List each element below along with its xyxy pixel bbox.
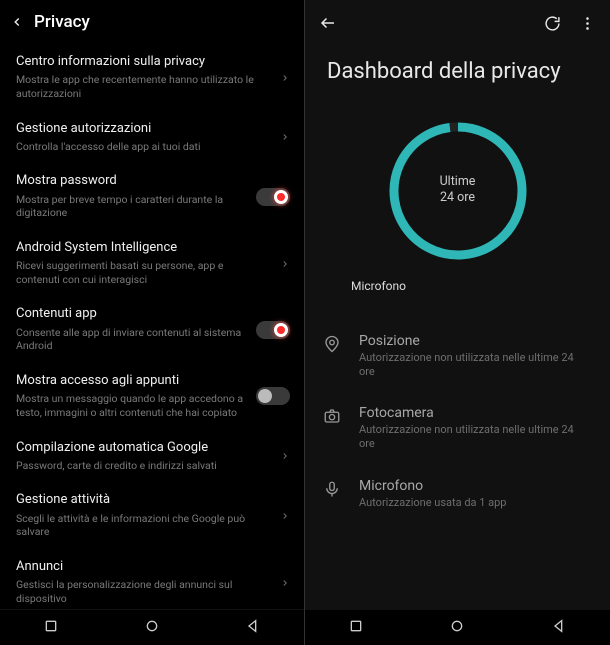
setting-subtitle: Gestisci la personalizzazione degli annu… [16, 578, 268, 605]
toggle-switch[interactable] [256, 188, 290, 206]
setting-item[interactable]: Gestione autorizzazioni Controlla l'acces… [0, 111, 304, 164]
setting-subtitle: Mostra le app che recentemente hanno uti… [16, 73, 268, 100]
chevron-right-icon [276, 254, 290, 273]
setting-title: Android System Intelligence [16, 240, 268, 256]
nav-back-button[interactable] [551, 618, 567, 638]
camera-icon [323, 405, 345, 429]
permission-subtitle: Autorizzazione non utilizzata nelle ulti… [359, 423, 592, 452]
setting-item[interactable]: Mostra password Mostra per breve tempo i … [0, 163, 304, 230]
dashboard-title: Dashboard della privacy [305, 40, 610, 97]
setting-item[interactable]: Android System Intelligence Ricevi sugger… [0, 230, 304, 297]
setting-subtitle: Mostra per breve tempo i caratteri duran… [16, 193, 248, 220]
back-button[interactable] [10, 15, 24, 29]
setting-title: Gestione autorizzazioni [16, 121, 268, 137]
nav-back-button[interactable] [245, 618, 261, 638]
permission-item[interactable]: Fotocamera Autorizzazione non utilizzata … [323, 395, 592, 468]
chevron-right-icon [276, 573, 290, 592]
chevron-right-icon [276, 506, 290, 525]
setting-item[interactable]: Gestione attività Scegli le attività e le… [0, 482, 304, 549]
permission-title: Fotocamera [359, 405, 592, 421]
nav-recent-button[interactable] [43, 618, 59, 638]
toggle-switch[interactable] [256, 321, 290, 339]
permission-title: Microfono [359, 478, 592, 494]
setting-subtitle: Consente alle app di inviare contenuti a… [16, 326, 248, 353]
setting-title: Annunci [16, 559, 268, 575]
permission-item[interactable]: Posizione Autorizzazione non utilizzata n… [323, 323, 592, 396]
nav-recent-button[interactable] [348, 618, 364, 638]
mic-icon [323, 478, 345, 502]
more-menu-button[interactable] [579, 15, 596, 32]
setting-title: Centro informazioni sulla privacy [16, 54, 268, 70]
setting-item[interactable]: Compilazione automatica Google Password, … [0, 430, 304, 483]
page-title: Privacy [34, 12, 90, 32]
donut-center-line2: 24 ore [440, 191, 476, 208]
toggle-switch[interactable] [256, 387, 290, 405]
permission-subtitle: Autorizzazione non utilizzata nelle ulti… [359, 351, 592, 380]
setting-subtitle: Scegli le attività e le informazioni che… [16, 512, 268, 539]
setting-title: Mostra password [16, 173, 248, 189]
setting-subtitle: Ricevi suggerimenti basati su persone, a… [16, 259, 268, 286]
back-arrow-button[interactable] [319, 14, 337, 32]
setting-item[interactable]: Mostra accesso agli appunti Mostra un mes… [0, 363, 304, 430]
setting-title: Gestione attività [16, 492, 268, 508]
setting-title: Compilazione automatica Google [16, 440, 268, 456]
setting-subtitle: Password, carte di credito e indirizzi s… [16, 459, 268, 473]
permission-title: Posizione [359, 333, 592, 349]
chevron-right-icon [276, 446, 290, 465]
setting-subtitle: Mostra un messaggio quando le app accedo… [16, 392, 248, 419]
nav-home-button[interactable] [144, 618, 160, 638]
location-icon [323, 333, 345, 357]
refresh-button[interactable] [544, 15, 561, 32]
nav-home-button[interactable] [449, 618, 465, 638]
setting-subtitle: Controlla l'accesso delle app ai tuoi da… [16, 140, 268, 154]
chevron-right-icon [276, 68, 290, 87]
donut-legend-label: Microfono [351, 279, 406, 293]
chevron-right-icon [276, 127, 290, 146]
usage-donut-chart: Ultime 24 ore [378, 111, 538, 271]
permission-subtitle: Autorizzazione usata da 1 app [359, 496, 592, 510]
setting-title: Mostra accesso agli appunti [16, 373, 248, 389]
donut-center-line1: Ultime [440, 174, 476, 191]
permission-item[interactable]: Microfono Autorizzazione usata da 1 app [323, 468, 592, 526]
setting-item[interactable]: Annunci Gestisci la personalizzazione deg… [0, 549, 304, 609]
setting-item[interactable]: Contenuti app Consente alle app di inviar… [0, 296, 304, 363]
setting-item[interactable]: Centro informazioni sulla privacy Mostra … [0, 44, 304, 111]
setting-title: Contenuti app [16, 306, 248, 322]
